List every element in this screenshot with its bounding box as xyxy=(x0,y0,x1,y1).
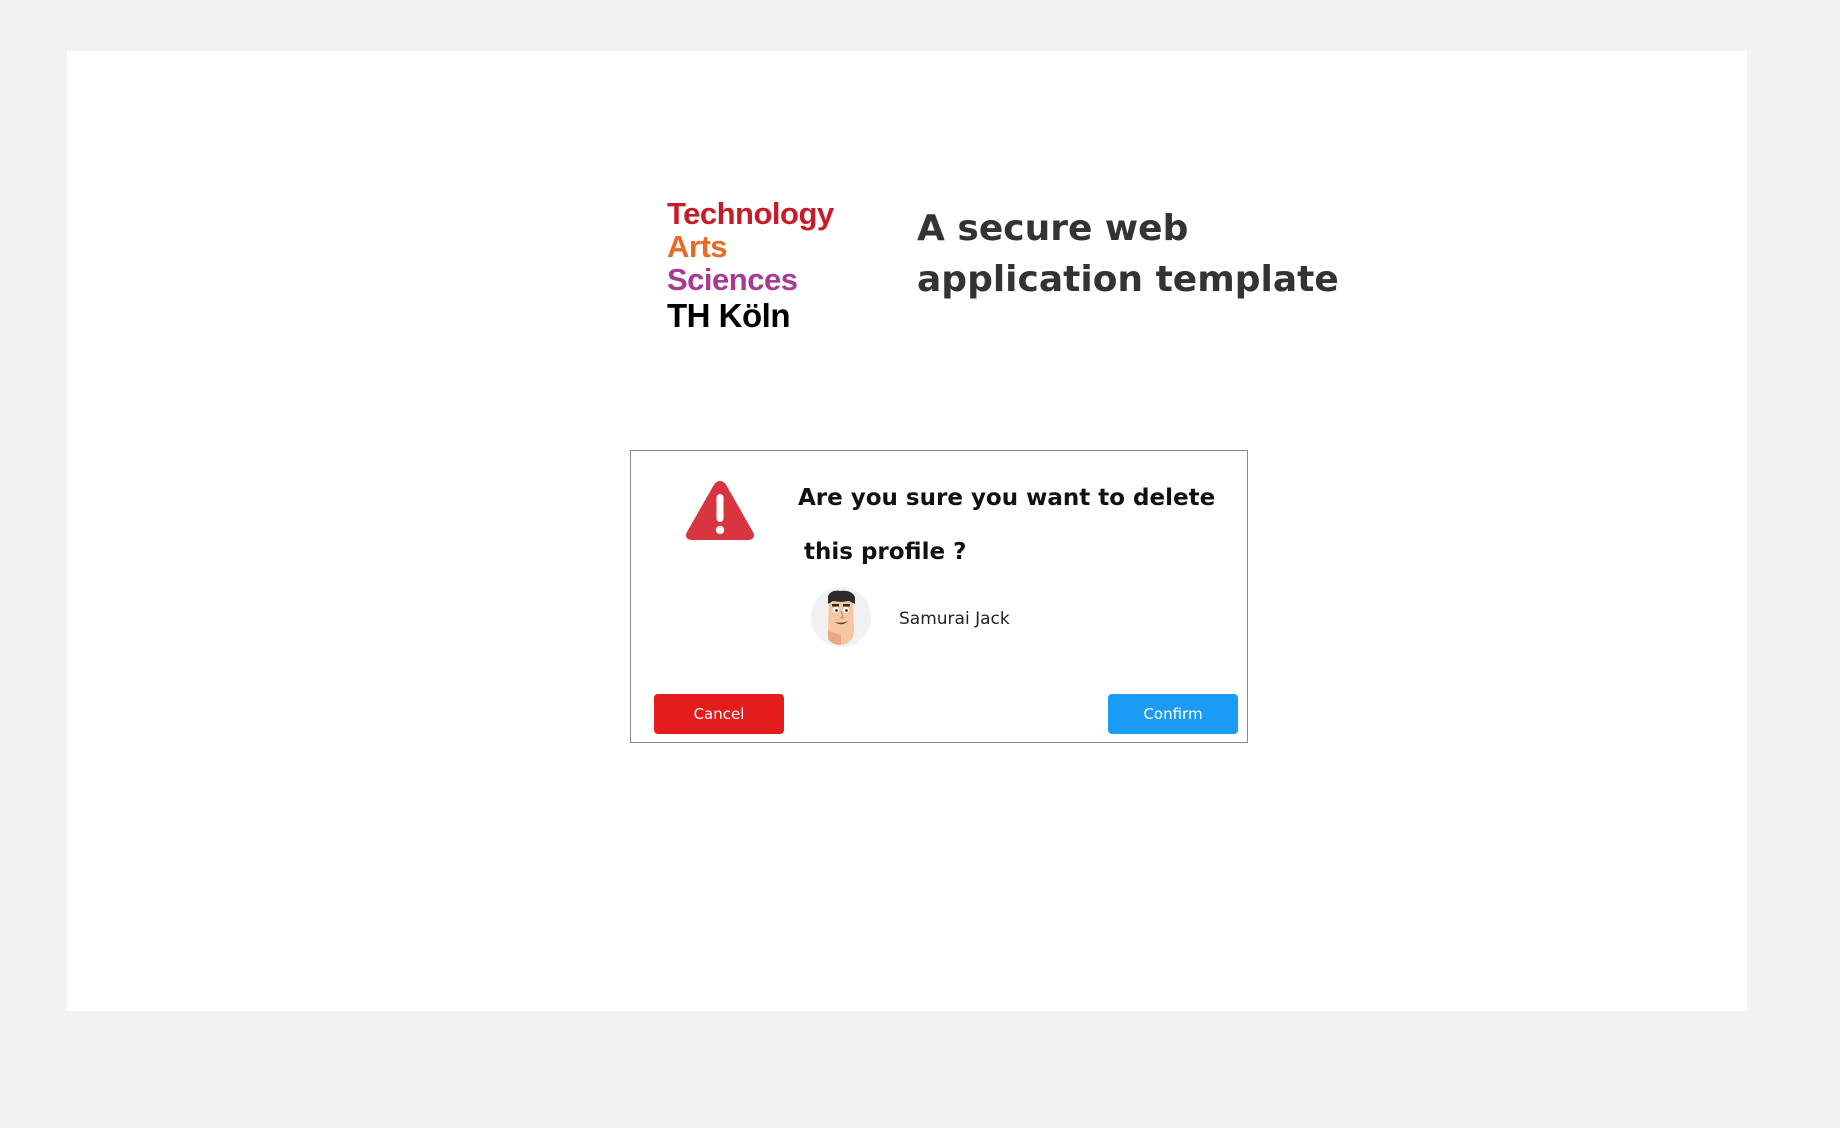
logo-line-arts-sciences: Arts Sciences xyxy=(667,230,857,296)
delete-question: Are you sure you want to delete this pro… xyxy=(798,471,1228,579)
cancel-button[interactable]: Cancel xyxy=(654,694,784,734)
question-line-2: this profile ? xyxy=(804,539,967,565)
app-title: A secure web application template xyxy=(917,208,1339,300)
main-card: Technology Arts Sciences TH Köln A secur… xyxy=(67,51,1747,1011)
logo-word-sciences: Sciences xyxy=(667,262,798,297)
question-line-1: Are you sure you want to delete xyxy=(798,485,1216,511)
th-koeln-logo: Technology Arts Sciences TH Köln xyxy=(667,197,857,332)
profile-name: Samurai Jack xyxy=(899,609,1010,629)
confirm-button[interactable]: Confirm xyxy=(1108,694,1238,734)
cartoon-avatar-icon xyxy=(811,587,871,647)
logo-word-arts: Arts xyxy=(667,229,728,264)
warning-triangle-icon xyxy=(686,481,754,540)
logo-line-technology: Technology xyxy=(667,196,834,231)
logo-line-th-koeln: TH Köln xyxy=(667,297,790,334)
avatar xyxy=(811,587,871,647)
delete-confirm-dialog: Are you sure you want to delete this pro… xyxy=(630,450,1248,743)
